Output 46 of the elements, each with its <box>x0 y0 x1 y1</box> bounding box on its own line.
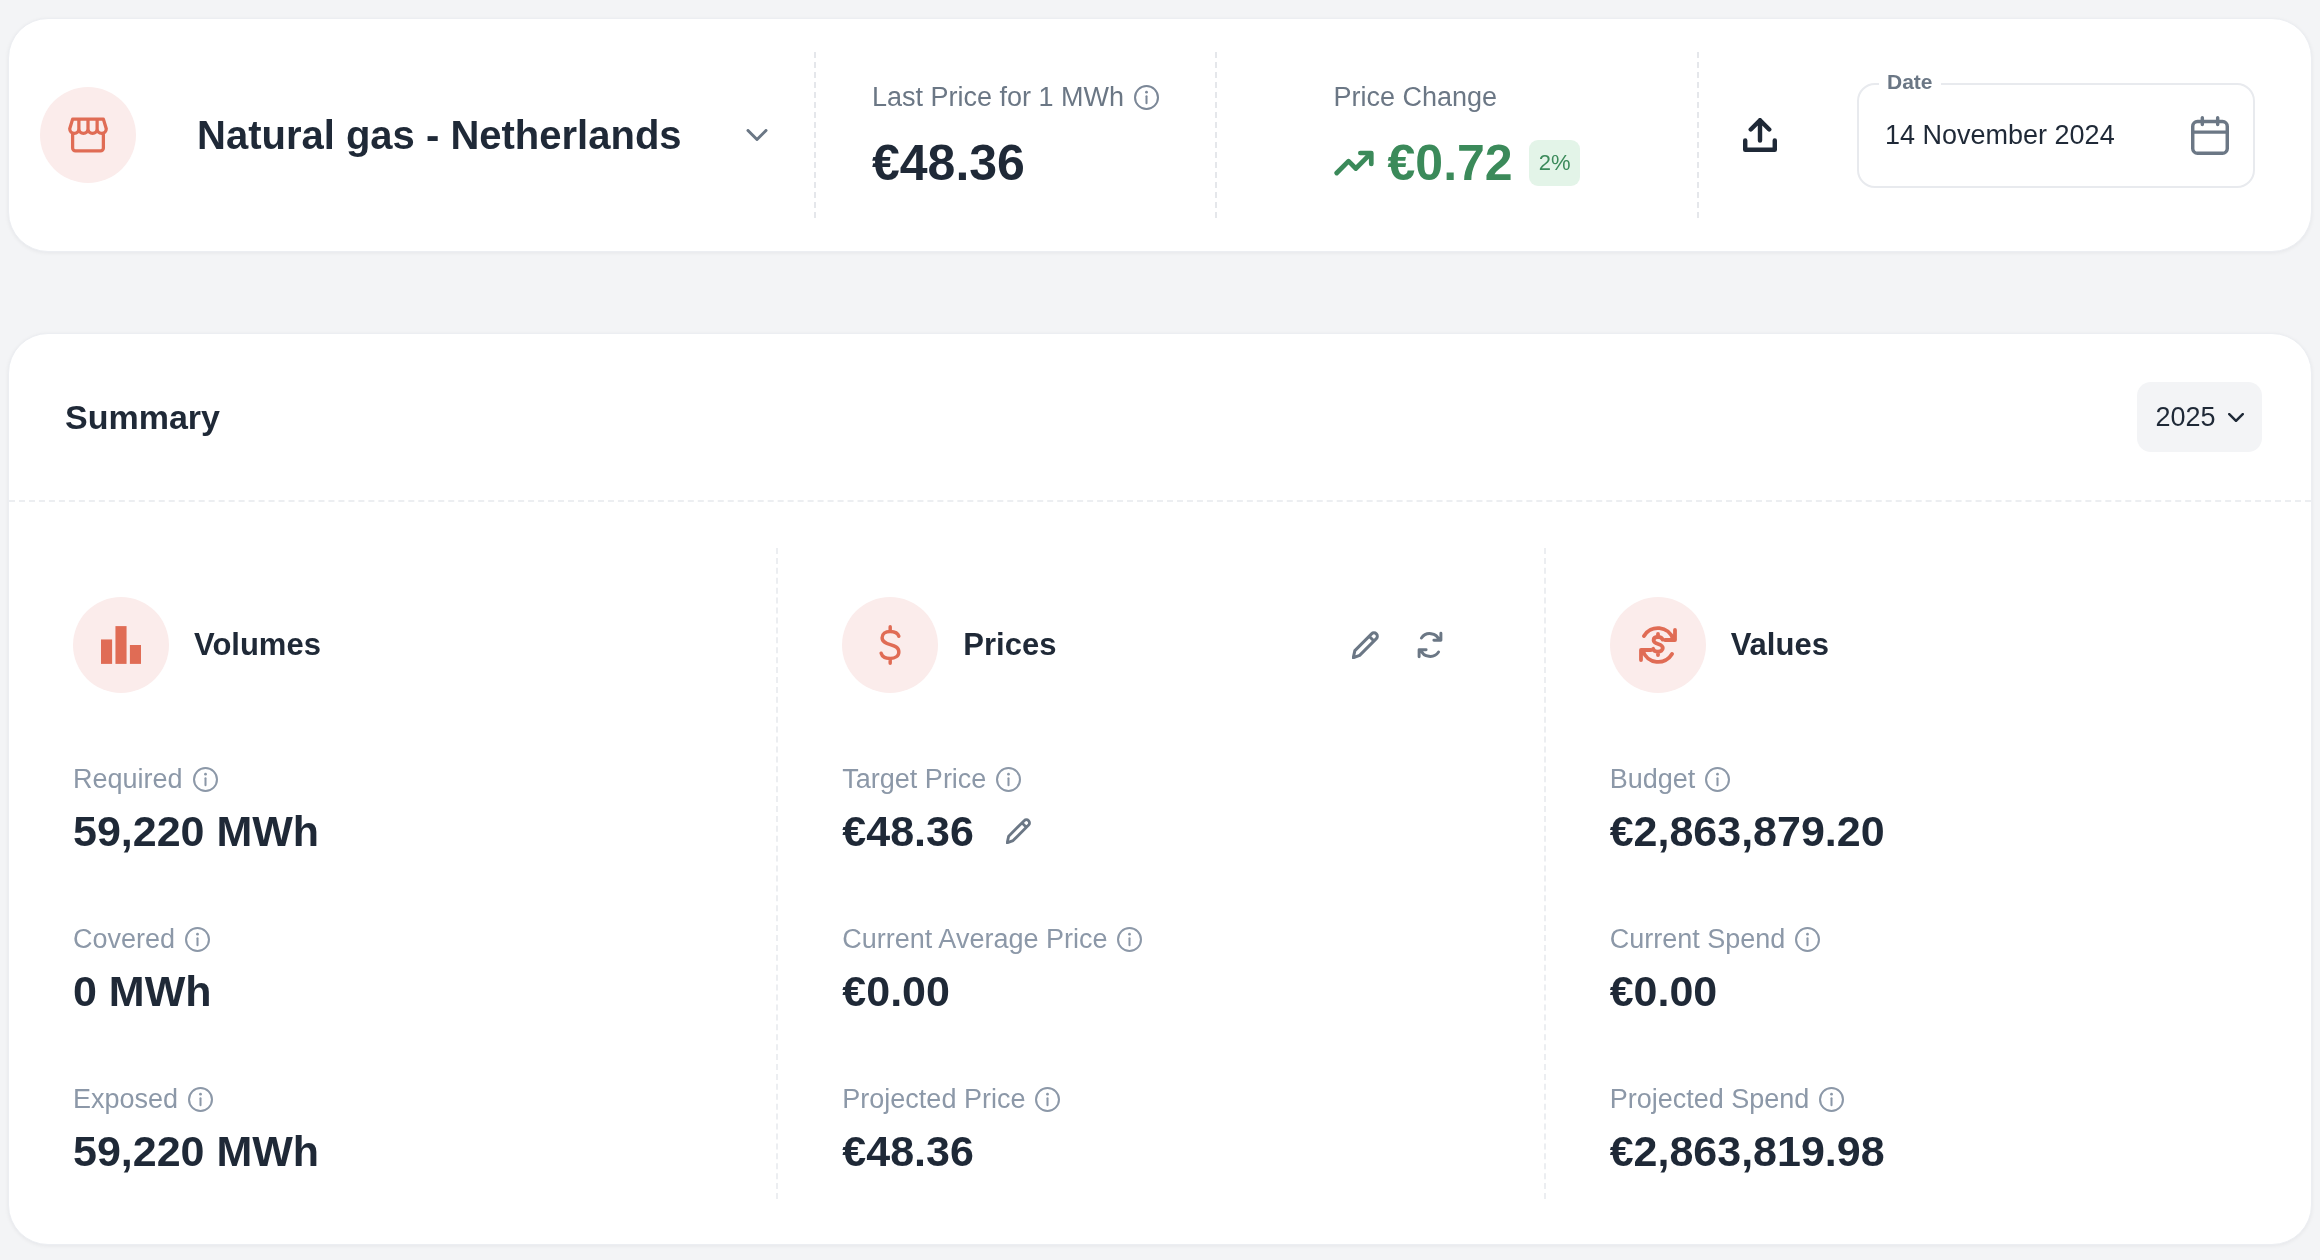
stat-label: Price Change <box>1333 81 1498 113</box>
stat-value: €0.72 <box>1387 134 1513 192</box>
info-icon[interactable] <box>1819 1086 1845 1112</box>
refresh-icon[interactable] <box>1415 631 1444 659</box>
pencil-icon[interactable] <box>1005 818 1032 844</box>
upload-icon[interactable] <box>1743 118 1777 152</box>
caret-icon <box>2227 412 2244 422</box>
summary-title: Summary <box>65 397 220 437</box>
metric-label: Current Average Price <box>842 923 1108 955</box>
metric-value: 59,220 MWh <box>73 1126 320 1176</box>
pencil-icon[interactable] <box>1351 631 1380 659</box>
metric-label: Projected Price <box>842 1083 1026 1115</box>
metric-label: Required <box>73 763 183 795</box>
info-icon[interactable] <box>192 766 218 792</box>
metric-value: 0 MWh <box>73 966 212 1016</box>
stat-value: €48.36 <box>871 134 1025 192</box>
stat-label: Last Price for 1 MWh <box>871 81 1125 113</box>
metric-label: Covered <box>73 923 176 955</box>
metric-value: €48.36 <box>842 806 974 856</box>
metric-label: Exposed <box>73 1083 179 1115</box>
metric-label: Target Price <box>842 763 987 795</box>
market-dropdown[interactable]: Natural gas - Netherlands <box>197 112 768 158</box>
metric-value: €0.00 <box>842 966 950 1016</box>
section-title: Prices <box>963 627 1057 663</box>
info-icon[interactable] <box>185 926 211 952</box>
metric-value: 59,220 MWh <box>73 806 320 856</box>
metric-label: Budget <box>1609 763 1696 795</box>
info-icon[interactable] <box>1134 84 1160 110</box>
section-title: Volumes <box>194 627 321 663</box>
info-icon[interactable] <box>1795 926 1821 952</box>
info-icon[interactable] <box>1117 926 1143 952</box>
section-title: Values <box>1730 627 1829 663</box>
info-icon[interactable] <box>1705 766 1731 792</box>
metric-value: €2,863,879.20 <box>1609 806 1885 856</box>
info-icon[interactable] <box>996 766 1022 792</box>
metric-label: Current Spend <box>1609 923 1786 955</box>
info-icon[interactable] <box>188 1086 214 1112</box>
metric-label: Projected Spend <box>1609 1083 1810 1115</box>
metric-value: €0.00 <box>1609 966 1718 1016</box>
percent-badge: 2% <box>1528 140 1581 186</box>
metric-value: €2,863,819.98 <box>1609 1126 1885 1176</box>
chevron-down-icon <box>746 129 768 141</box>
metric-value: €48.36 <box>842 1126 974 1176</box>
info-icon[interactable] <box>1035 1086 1061 1112</box>
calendar-icon[interactable] <box>2191 115 2229 155</box>
year-dropdown[interactable]: 2025 <box>2137 382 2262 452</box>
